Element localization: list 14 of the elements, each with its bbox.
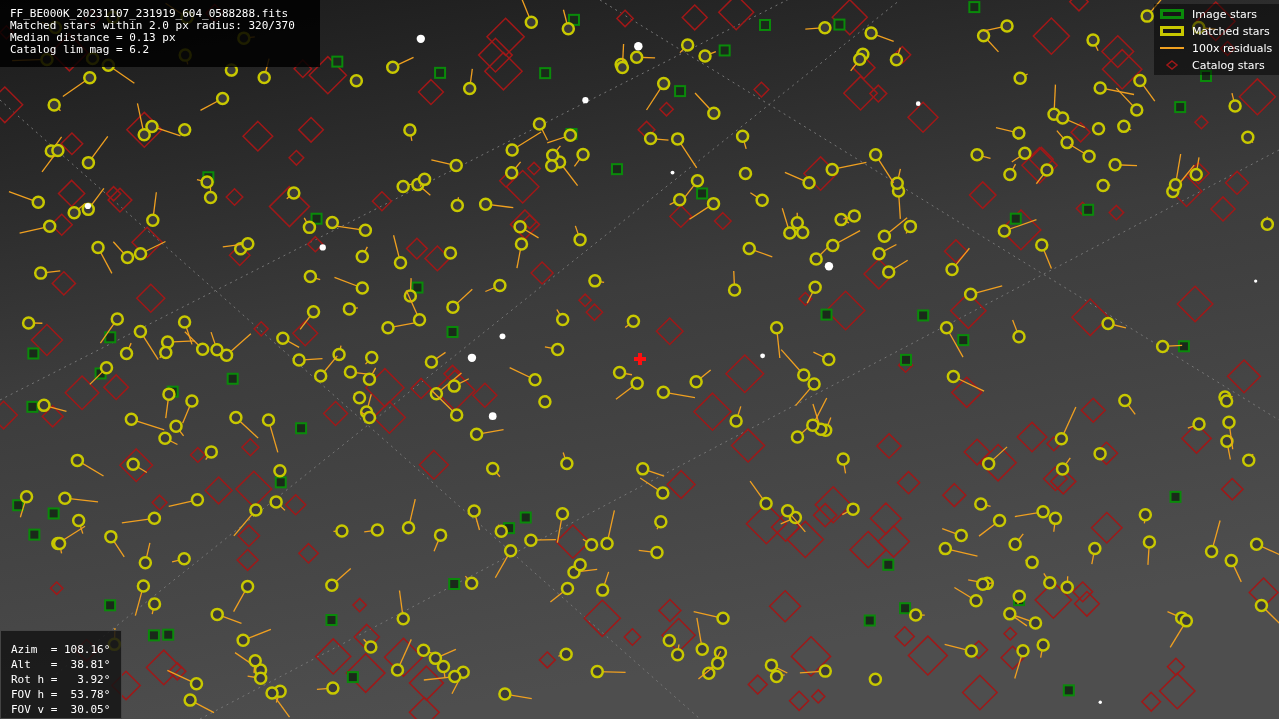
residual-line-icon: [1160, 47, 1184, 49]
pointing-text: FOV v = 30.05°: [11, 702, 111, 717]
legend-label: Catalog stars: [1192, 58, 1265, 72]
pointing-text: Azim = 108.16°: [11, 642, 111, 657]
info-text: FF_BE000K_20231107_231919_604_0588288.fits: [10, 8, 290, 20]
legend-label: Matched stars: [1192, 24, 1270, 38]
info-text: Catalog lim mag = 6.2: [10, 44, 151, 56]
legend-label: Image stars: [1192, 7, 1257, 21]
pointing-text: FOV h = 53.78°: [11, 687, 111, 702]
pointing-text: Alt = 38.81°: [11, 657, 111, 672]
info-text: Median distance = 0.13 px: [10, 32, 177, 44]
legend-label: 100x residuals: [1192, 41, 1273, 55]
info-text: Matched stars within 2.0 px radius: 320/370: [10, 20, 296, 32]
pointing-text: Rot h = 3.92°: [11, 672, 111, 687]
